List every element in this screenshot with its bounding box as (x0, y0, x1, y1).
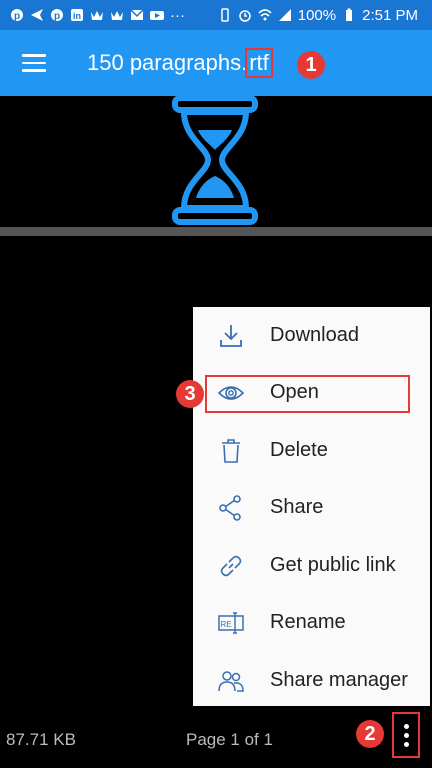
mail-icon (130, 9, 144, 20)
link-icon (220, 555, 242, 576)
eye-icon (217, 385, 245, 400)
menu-item-share-manager[interactable]: Share manager (193, 652, 430, 709)
rename-icon: RE (218, 611, 244, 634)
menu-icon[interactable] (22, 54, 46, 72)
users-icon (218, 670, 244, 692)
trash-icon (222, 438, 240, 463)
system-icons: 100% 2:51 PM (218, 7, 432, 24)
menu-item-label: Open (270, 381, 319, 403)
wifi-icon (258, 9, 272, 21)
svg-text:in: in (73, 11, 81, 21)
page-indicator: Page 1 of 1 (186, 730, 273, 749)
svg-text:RE: RE (220, 620, 231, 629)
menu-item-label: Get public link (270, 554, 396, 576)
crown-icon (91, 11, 103, 20)
menu-item-download[interactable]: Download (193, 307, 430, 364)
signal-icon (278, 9, 291, 21)
menu-item-label: Share (270, 496, 324, 518)
pinterest-icon: p (51, 9, 63, 22)
battery-icon (346, 8, 353, 21)
menu-item-label: Download (270, 324, 359, 346)
menu-item-label: Rename (270, 611, 346, 633)
alarm-icon (239, 10, 251, 22)
vibrate-icon (221, 8, 229, 22)
loading-progress-track (0, 227, 432, 236)
youtube-icon (150, 11, 164, 20)
annotation-badge-3: 3 (176, 380, 204, 408)
page-title: 150 paragraphs.rtf (87, 48, 273, 78)
battery-percent: 100% (297, 6, 337, 24)
svg-text:p: p (14, 11, 20, 22)
menu-item-get-public-link[interactable]: Get public link (193, 537, 430, 594)
hourglass-icon (172, 96, 258, 225)
menu-item-share[interactable]: Share (193, 479, 430, 536)
download-icon (220, 324, 242, 347)
menu-item-label: Share manager (270, 669, 408, 691)
file-name: 150 paragraphs. (87, 50, 248, 75)
pinterest-icon: p (11, 9, 23, 22)
linkedin-icon: in (71, 9, 83, 21)
menu-item-rename[interactable]: RE Rename (193, 594, 430, 651)
file-extension: rtf (245, 48, 273, 78)
annotation-badge-2: 2 (356, 720, 384, 748)
app-bar: 150 paragraphs.rtf (0, 30, 432, 96)
annotation-badge-1: 1 (297, 51, 325, 79)
clock: 2:51 PM (362, 6, 418, 24)
menu-item-delete[interactable]: Delete (193, 422, 430, 479)
file-context-menu: Download Open Delete Share Get public li… (193, 307, 430, 709)
menu-item-label: Delete (270, 439, 328, 461)
more-notifications: ··· (170, 6, 185, 24)
share-icon (219, 494, 241, 521)
menu-item-open[interactable]: Open (193, 364, 430, 421)
svg-text:p: p (54, 11, 60, 22)
more-options-button[interactable] (392, 712, 420, 758)
notification-icons: p p in ··· (0, 7, 185, 24)
crown-icon (111, 11, 123, 20)
file-size: 87.71 KB (6, 730, 76, 749)
status-bar: p p in ··· 100% 2:51 PM (0, 0, 432, 30)
send-icon (31, 9, 43, 21)
